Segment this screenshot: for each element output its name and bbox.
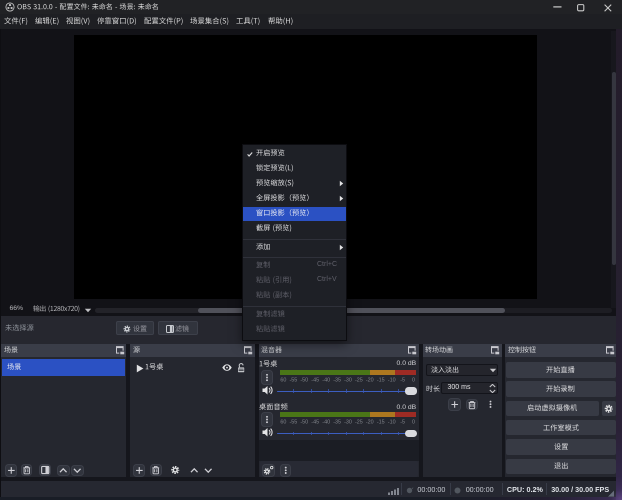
svg-text:-15: -15 [377, 420, 385, 426]
svg-text:-50: -50 [300, 420, 308, 426]
svg-text:0: 0 [412, 377, 415, 383]
svg-text:-60: -60 [280, 377, 286, 383]
svg-text:-35: -35 [333, 420, 341, 426]
svg-text:-10: -10 [388, 377, 396, 383]
svg-text:-40: -40 [322, 377, 330, 383]
svg-text:-25: -25 [355, 377, 363, 383]
svg-text:-5: -5 [400, 420, 405, 426]
svg-text:-40: -40 [322, 420, 330, 426]
svg-text:-45: -45 [311, 420, 319, 426]
svg-text:-15: -15 [377, 377, 385, 383]
svg-text:-45: -45 [311, 377, 319, 383]
svg-text:-5: -5 [400, 377, 405, 383]
svg-text:-20: -20 [366, 377, 374, 383]
svg-text:-35: -35 [333, 377, 341, 383]
svg-text:-60: -60 [280, 420, 286, 426]
svg-text:-30: -30 [344, 377, 352, 383]
svg-text:-20: -20 [366, 420, 374, 426]
svg-text:-10: -10 [388, 420, 396, 426]
svg-text:-50: -50 [300, 377, 308, 383]
svg-text:-55: -55 [290, 420, 298, 426]
svg-text:-25: -25 [355, 420, 363, 426]
svg-text:-30: -30 [344, 420, 352, 426]
svg-text:-55: -55 [290, 377, 298, 383]
svg-text:0: 0 [412, 420, 415, 426]
